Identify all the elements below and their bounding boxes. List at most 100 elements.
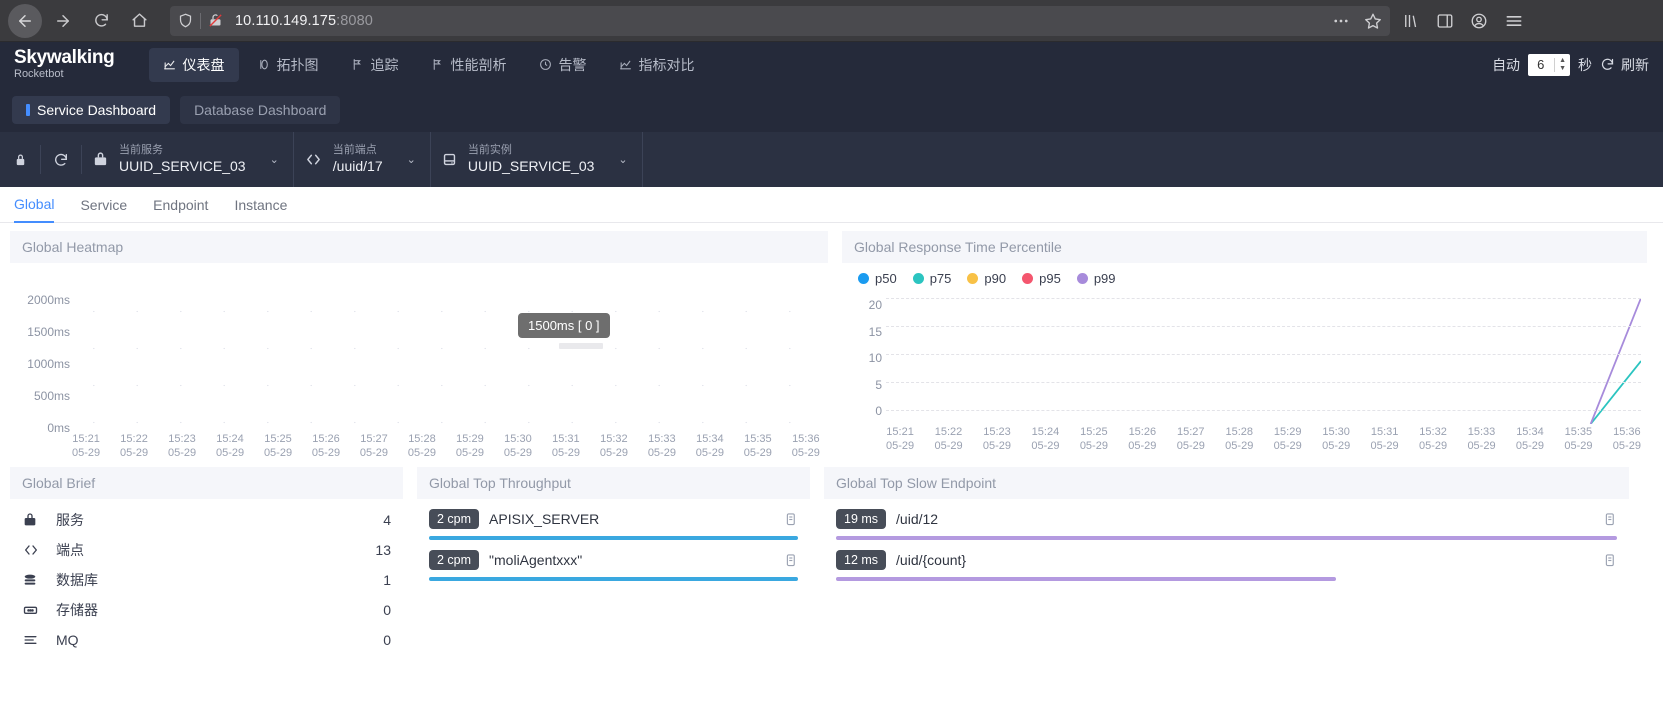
x-tick: 15:36 05-29 xyxy=(791,433,820,459)
list-item[interactable]: 2 cpm APISIX_SERVER xyxy=(417,499,810,540)
library-icon[interactable] xyxy=(1402,12,1420,30)
list-item[interactable]: 12 ms /uid/{count} xyxy=(824,540,1629,581)
selector-current-instance[interactable]: 当前实例 UUID_SERVICE_03 ⌄ xyxy=(431,132,643,187)
x-tick: 15:29 05-29 xyxy=(455,433,485,459)
back-button[interactable] xyxy=(8,3,42,38)
forward-arrow-icon xyxy=(57,14,69,27)
list-item[interactable]: 19 ms /uid/12 xyxy=(824,499,1629,540)
lock-button[interactable] xyxy=(0,132,40,187)
tab-service-dashboard[interactable]: Service Dashboard xyxy=(12,95,171,124)
tab-database-dashboard[interactable]: Database Dashboard xyxy=(180,95,341,124)
top-slow-endpoint-list: 19 ms /uid/12 12 ms /uid/{count} xyxy=(824,499,1629,581)
dashboard-content: Global Heatmap 2000ms 1500ms 1000ms 500m… xyxy=(0,223,1663,655)
topology-icon xyxy=(257,58,270,71)
nav-item-profile[interactable]: 性能剖析 xyxy=(417,48,521,82)
nav-item-topology[interactable]: 拓扑图 xyxy=(243,48,333,82)
copy-icon[interactable] xyxy=(1602,512,1617,527)
global-heatmap-chart[interactable]: 2000ms 1500ms 1000ms 500ms 0ms 1500ms [ … xyxy=(10,263,828,463)
sidebar-icon[interactable] xyxy=(1436,12,1454,30)
stepper-up-icon[interactable]: ▲ xyxy=(1559,57,1566,64)
chevron-down-icon[interactable]: ⌄ xyxy=(618,153,627,166)
heatmap-y-axis: 2000ms 1500ms 1000ms 500ms 0ms xyxy=(10,263,70,435)
legend-item-p75[interactable]: p75 xyxy=(912,271,952,286)
page-tab-global[interactable]: Global xyxy=(14,187,55,223)
stepper-arrows[interactable]: ▲ ▼ xyxy=(1554,57,1570,72)
brief-row-mq: MQ 0 xyxy=(22,625,391,655)
forward-button[interactable] xyxy=(46,4,80,38)
page-tab-service[interactable]: Service xyxy=(80,187,127,223)
nav-item-alarm[interactable]: 告警 xyxy=(525,48,601,82)
copy-icon[interactable] xyxy=(783,512,798,527)
selector-value: /uuid/17 xyxy=(332,158,383,175)
percentile-plot-area[interactable] xyxy=(886,298,1641,424)
broken-lock-icon[interactable] xyxy=(208,13,223,28)
star-icon[interactable] xyxy=(1364,12,1382,30)
legend-item-p99[interactable]: p99 xyxy=(1076,271,1116,286)
legend-item-p50[interactable]: p50 xyxy=(858,271,897,286)
list-item[interactable]: 2 cpm "moliAgentxxx" xyxy=(417,540,810,581)
legend-label: p50 xyxy=(875,271,897,286)
legend-swatch xyxy=(1022,273,1034,284)
brief-label: 存储器 xyxy=(56,602,98,618)
back-arrow-icon xyxy=(19,14,31,27)
page-tab-label: Service xyxy=(80,196,128,213)
copy-icon[interactable] xyxy=(1602,553,1617,568)
heatmap-grid xyxy=(72,293,820,441)
browser-right-actions xyxy=(1402,11,1530,31)
stepper-down-icon[interactable]: ▼ xyxy=(1559,65,1566,72)
x-tick: 15:23 05-29 xyxy=(982,426,1012,452)
selector-label: 当前实例 xyxy=(467,144,512,156)
endpoint-name: /uid/{count} xyxy=(896,552,967,568)
brief-list: 服务 4 端点 13 数据库 1 存储器 0 MQ 0 xyxy=(10,499,403,655)
brief-row-database: 数据库 1 xyxy=(22,565,391,595)
latency-badge: 12 ms xyxy=(836,550,887,570)
heatmap-plot-area[interactable] xyxy=(72,293,820,441)
app-logo[interactable]: Skywalking Rocketbot xyxy=(14,48,127,80)
chevron-down-icon[interactable]: ⌄ xyxy=(270,153,279,166)
legend-item-p95[interactable]: p95 xyxy=(1022,271,1061,286)
address-bar[interactable]: 10.110.149.175:8080 xyxy=(170,5,1390,36)
ellipsis-icon[interactable] xyxy=(1332,12,1350,30)
x-tick: 15:31 05-29 xyxy=(551,433,580,459)
global-response-time-percentile-chart[interactable]: 20 15 10 5 0 15:21 05-29 15:22 05-29 15:… xyxy=(842,290,1647,458)
x-tick: 15:23 05-29 xyxy=(167,433,197,459)
nav-item-compare[interactable]: 指标对比 xyxy=(605,48,709,82)
copy-icon[interactable] xyxy=(783,553,798,568)
nav-item-dashboard[interactable]: 仪表盘 xyxy=(148,47,239,82)
chevron-down-icon[interactable]: ⌄ xyxy=(407,153,416,166)
legend-item-p90[interactable]: p90 xyxy=(967,271,1006,286)
y-tick: 500ms xyxy=(33,389,70,403)
percentile-y-axis: 20 15 10 5 0 xyxy=(842,298,882,418)
refresh-button[interactable]: 刷新 xyxy=(1600,55,1649,75)
brief-value: 0 xyxy=(383,602,391,618)
panel-title: Global Brief xyxy=(10,467,403,499)
auto-refresh-interval-stepper[interactable]: 6 ▲ ▼ xyxy=(1528,53,1570,76)
brief-label: MQ xyxy=(56,632,79,648)
x-tick: 15:29 05-29 xyxy=(1273,426,1302,452)
alarm-icon xyxy=(539,58,552,71)
selector-current-endpoint[interactable]: 当前端点 /uuid/17 ⌄ xyxy=(294,132,431,187)
reload-button[interactable] xyxy=(84,4,118,38)
url-text[interactable]: 10.110.149.175:8080 xyxy=(231,13,1332,29)
nav-item-trace[interactable]: 追踪 xyxy=(337,48,413,82)
throughput-badge: 2 cpm xyxy=(429,550,480,570)
page-tab-instance[interactable]: Instance xyxy=(234,187,287,223)
selector-current-service[interactable]: 当前服务 UUID_SERVICE_03 ⌄ xyxy=(82,132,294,187)
shield-icon[interactable] xyxy=(178,13,193,28)
selector-text: 当前端点 /uuid/17 xyxy=(333,144,383,175)
hamburger-menu-icon[interactable] xyxy=(1504,11,1524,31)
page-tab-endpoint[interactable]: Endpoint xyxy=(153,187,208,223)
brief-value: 4 xyxy=(383,512,391,528)
reload-conditions-button[interactable] xyxy=(41,132,81,187)
home-button[interactable] xyxy=(122,4,156,38)
auto-refresh-interval-value[interactable]: 6 xyxy=(1528,57,1554,72)
legend-label: p75 xyxy=(929,271,952,286)
x-tick: 15:34 05-29 xyxy=(1515,426,1545,452)
y-tick: 15 xyxy=(868,324,882,339)
x-tick: 15:21 05-29 xyxy=(886,426,915,452)
panel-top-slow-endpoint: Global Top Slow Endpoint 19 ms /uid/12 1… xyxy=(824,467,1629,655)
panel-title: Global Response Time Percentile xyxy=(842,231,1647,263)
account-icon[interactable] xyxy=(1470,12,1488,30)
throughput-name: "moliAgentxxx" xyxy=(489,552,583,568)
main-nav: 仪表盘 拓扑图 追踪 性能剖析 告警 指标对比 xyxy=(148,47,1493,82)
